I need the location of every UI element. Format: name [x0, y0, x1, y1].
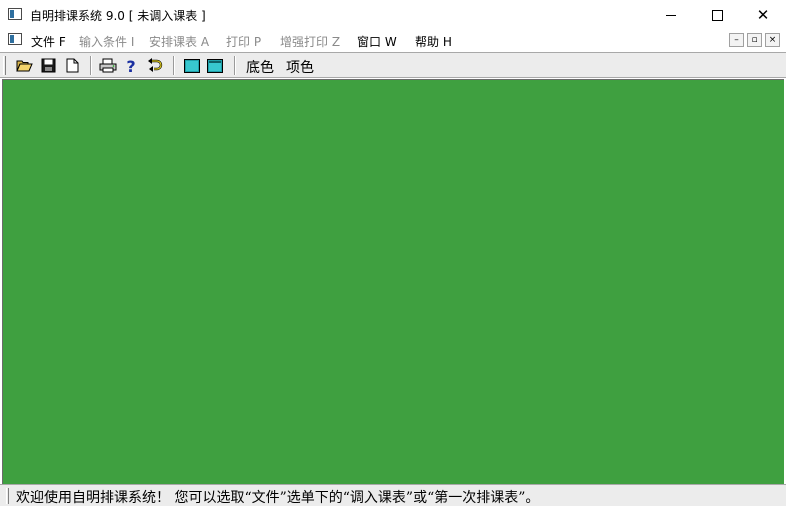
toolbar-separator [173, 56, 175, 75]
mdi-child-icon[interactable] [8, 33, 22, 45]
menu-window[interactable]: 窗口 W [357, 33, 397, 50]
panel-a-icon [184, 58, 200, 73]
undo-button[interactable] [145, 56, 165, 75]
top-color-button[interactable]: 项色 [286, 57, 314, 77]
new-document-icon [66, 58, 78, 73]
window-title: 自明排课系统 9.0 [ 未调入课表 ] [30, 9, 206, 23]
save-button[interactable] [38, 56, 58, 75]
printer-icon [99, 58, 117, 73]
close-button[interactable]: ✕ [740, 0, 786, 30]
status-message: 欢迎使用自明排课系统！ 您可以选取“文件”选单下的“调入课表”或“第一次排课表”… [16, 490, 540, 506]
toolbar-separator [90, 56, 92, 75]
mdi-restore-button[interactable]: ▫ [747, 33, 762, 47]
toolbar: ? 底色 项色 [0, 52, 786, 78]
menu-print[interactable]: 打印 P [226, 33, 261, 50]
toolbar-separator [234, 56, 236, 75]
menu-arrange-schedule[interactable]: 安排课表 A [149, 33, 209, 50]
help-button[interactable]: ? [121, 56, 141, 75]
minimize-icon [666, 14, 676, 16]
menu-input-conditions[interactable]: 输入条件 I [79, 33, 134, 50]
maximize-icon [711, 9, 723, 21]
menu-file[interactable]: 文件 F [31, 33, 66, 50]
menu-enhanced-print[interactable]: 增强打印 Z [280, 33, 340, 50]
menu-help[interactable]: 帮助 H [415, 33, 452, 50]
menu-bar: 文件 F 输入条件 I 安排课表 A 打印 P 增强打印 Z 窗口 W 帮助 H… [0, 30, 786, 50]
base-color-button[interactable]: 底色 [246, 57, 274, 77]
open-folder-icon [15, 60, 33, 72]
mdi-minimize-icon: – [734, 35, 739, 45]
mdi-close-button[interactable]: × [765, 33, 780, 47]
undo-arrow-icon [148, 58, 163, 72]
app-icon[interactable] [8, 8, 22, 20]
panel-b-button[interactable] [205, 56, 225, 75]
maximize-button[interactable] [694, 0, 740, 30]
print-button[interactable] [98, 56, 118, 75]
minimize-button[interactable] [648, 0, 694, 30]
mdi-restore-icon: ▫ [751, 35, 758, 45]
toolbar-grip[interactable] [3, 56, 6, 75]
panel-a-button[interactable] [182, 56, 202, 75]
close-icon: ✕ [756, 6, 770, 24]
help-question-icon: ? [126, 58, 135, 74]
status-grip [6, 488, 9, 504]
status-bar: 欢迎使用自明排课系统！ 您可以选取“文件”选单下的“调入课表”或“第一次排课表”… [0, 484, 786, 506]
open-button[interactable] [14, 56, 34, 75]
title-bar: 自明排课系统 9.0 [ 未调入课表 ] ✕ [0, 0, 786, 30]
save-disk-icon [41, 58, 55, 73]
mdi-minimize-button[interactable]: – [729, 33, 744, 47]
svg-text:?: ? [126, 58, 135, 74]
new-button[interactable] [62, 56, 82, 75]
mdi-workspace[interactable] [2, 79, 784, 484]
panel-b-icon [207, 58, 223, 73]
mdi-close-icon: × [768, 35, 777, 45]
